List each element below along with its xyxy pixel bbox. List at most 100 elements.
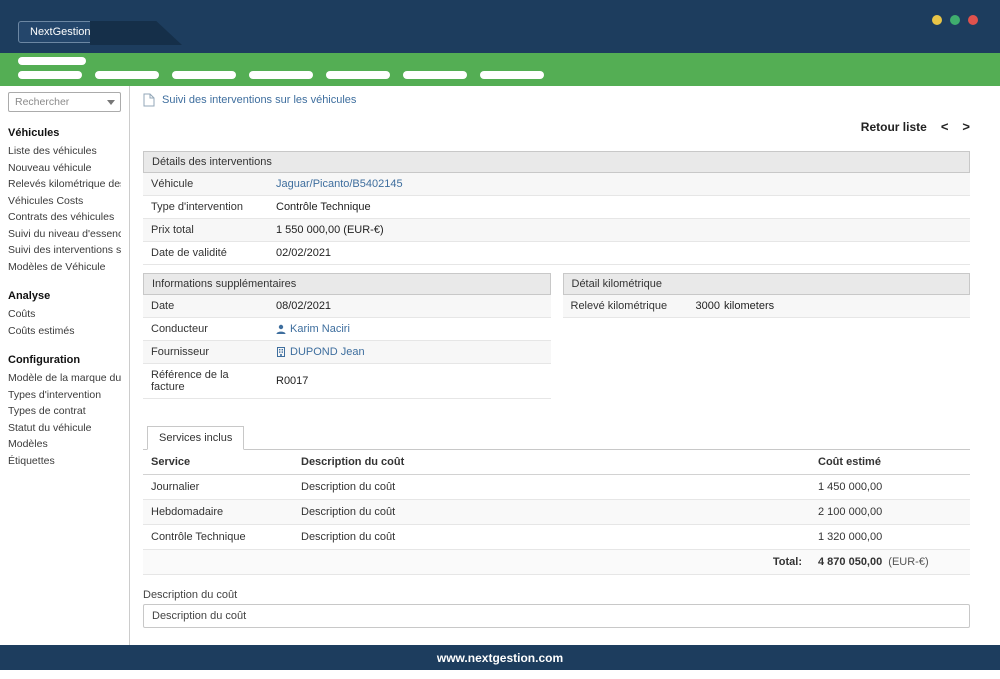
field-value: 08/02/2021	[268, 295, 339, 317]
nav-menu-item[interactable]	[95, 71, 159, 79]
sidebar-item-couts[interactable]: Coûts	[8, 306, 121, 323]
detail-row-prix: Prix total 1 550 000,00 (EUR-€)	[143, 219, 970, 242]
info-supplementaires-panel: Informations supplémentaires Date 08/02/…	[143, 273, 551, 399]
info-row-conducteur: Conducteur Karim Naciri	[143, 318, 551, 341]
info-row-date: Date 08/02/2021	[143, 295, 551, 318]
retour-row: Retour liste < >	[143, 119, 970, 134]
sidebar-item-etiquettes[interactable]: Étiquettes	[8, 453, 121, 470]
info-row-fournisseur: Fournisseur DUPOND Jean	[143, 341, 551, 364]
services-total-row: Total: 4 870 050,00 (EUR-€)	[143, 550, 970, 575]
person-icon	[276, 324, 286, 334]
cell-cost: 1 450 000,00	[810, 475, 970, 499]
description-label: Description du coût	[143, 589, 970, 601]
nav-menu-item[interactable]	[326, 71, 390, 79]
field-label: Fournisseur	[143, 341, 268, 363]
services-section: Services inclus Service Description du c…	[143, 425, 970, 575]
table-row[interactable]: Journalier Description du coût 1 450 000…	[143, 475, 970, 500]
nav-menu-item[interactable]	[18, 71, 82, 79]
tab-services-inclus[interactable]: Services inclus	[147, 426, 244, 450]
footer-url[interactable]: www.nextgestion.com	[437, 651, 563, 665]
sidebar-item-releves-kilometrique[interactable]: Relevés kilométrique des ...	[8, 176, 121, 193]
field-value: 1 550 000,00 (EUR-€)	[268, 219, 392, 241]
retour-liste-link[interactable]: Retour liste	[861, 120, 927, 134]
breadcrumb-link[interactable]: Suivi des interventions sur les véhicule…	[162, 94, 356, 106]
sidebar-item-niveau-essence[interactable]: Suivi du niveau d'essence	[8, 226, 121, 243]
field-value: R0017	[268, 364, 316, 398]
sidebar-section-configuration: Configuration	[8, 354, 121, 366]
top-bar: NextGestion	[0, 0, 1000, 53]
field-label: Prix total	[143, 219, 268, 241]
main-menu-bar	[0, 53, 1000, 86]
two-column-section: Informations supplémentaires Date 08/02/…	[143, 273, 970, 399]
sidebar-item-modele-marque[interactable]: Modèle de la marque du v...	[8, 370, 121, 387]
sidebar-item-modeles[interactable]: Modèles	[8, 436, 121, 453]
cell-service: Journalier	[143, 475, 293, 499]
description-field[interactable]: Description du coût	[143, 604, 970, 628]
content-area: Suivi des interventions sur les véhicule…	[130, 86, 1000, 645]
column-header-cout-estime: Coût estimé	[810, 450, 970, 474]
total-amount: 4 870 050,00	[818, 556, 882, 568]
building-icon	[276, 347, 286, 357]
field-label: Référence de la facture	[143, 364, 268, 398]
sidebar-item-statut-vehicule[interactable]: Statut du véhicule	[8, 420, 121, 437]
search-select-value: Rechercher	[15, 96, 69, 108]
sidebar-item-types-intervention[interactable]: Types d'intervention	[8, 387, 121, 404]
nav-menu-item[interactable]	[249, 71, 313, 79]
field-label: Date de validité	[143, 242, 268, 264]
fournisseur-link[interactable]: DUPOND Jean	[290, 346, 365, 358]
details-panel: Détails des interventions Véhicule Jagua…	[143, 151, 970, 265]
document-icon	[143, 93, 155, 107]
detail-row-vehicule: Véhicule Jaguar/Picanto/B5402145	[143, 173, 970, 196]
search-select[interactable]: Rechercher	[8, 92, 121, 112]
table-row[interactable]: Hebdomadaire Description du coût 2 100 0…	[143, 500, 970, 525]
prev-record-icon[interactable]: <	[941, 119, 949, 134]
window-dot-green-icon[interactable]	[950, 15, 960, 25]
footer-bar: www.nextgestion.com	[0, 645, 1000, 670]
km-value: 3000	[696, 300, 720, 312]
sidebar-item-liste-vehicules[interactable]: Liste des véhicules	[8, 143, 121, 160]
sidebar-item-nouveau-vehicule[interactable]: Nouveau véhicule	[8, 160, 121, 177]
chevron-down-icon	[107, 100, 115, 105]
cell-cost: 2 100 000,00	[810, 500, 970, 524]
detail-row-type: Type d'intervention Contrôle Technique	[143, 196, 970, 219]
ribbon-shape	[90, 21, 182, 45]
next-record-icon[interactable]: >	[962, 119, 970, 134]
nav-menu-item[interactable]	[403, 71, 467, 79]
cell-service: Contrôle Technique	[143, 525, 293, 549]
km-row: Relevé kilométrique 3000 kilometers	[563, 295, 971, 318]
sidebar-item-types-contrat[interactable]: Types de contrat	[8, 403, 121, 420]
nav-menu-item[interactable]	[18, 57, 86, 65]
field-label: Relevé kilométrique	[563, 295, 688, 317]
km-panel-title: Détail kilométrique	[563, 273, 971, 295]
field-label: Conducteur	[143, 318, 268, 340]
cell-description: Description du coût	[293, 525, 810, 549]
total-label: Total:	[293, 550, 810, 574]
vehicle-link[interactable]: Jaguar/Picanto/B5402145	[276, 178, 403, 190]
main-wrapper: Rechercher Véhicules Liste des véhicules…	[0, 86, 1000, 645]
conducteur-link[interactable]: Karim Naciri	[290, 323, 350, 335]
table-row[interactable]: Contrôle Technique Description du coût 1…	[143, 525, 970, 550]
field-value: Contrôle Technique	[268, 196, 379, 218]
brand-logo[interactable]: NextGestion	[18, 21, 103, 43]
sidebar-item-vehicules-costs[interactable]: Véhicules Costs	[8, 193, 121, 210]
details-panel-title: Détails des interventions	[143, 151, 970, 173]
sidebar-item-contrats[interactable]: Contrats des véhicules	[8, 209, 121, 226]
detail-row-validite: Date de validité 02/02/2021	[143, 242, 970, 265]
nav-menu-item[interactable]	[172, 71, 236, 79]
info-row-reference: Référence de la facture R0017	[143, 364, 551, 399]
window-dot-red-icon[interactable]	[968, 15, 978, 25]
sidebar-item-couts-estimes[interactable]: Coûts estimés	[8, 323, 121, 340]
sidebar-item-modeles-vehicule[interactable]: Modèles de Véhicule	[8, 259, 121, 276]
cell-service: Hebdomadaire	[143, 500, 293, 524]
sidebar-section-vehicules: Véhicules	[8, 127, 121, 139]
column-header-description: Description du coût	[293, 450, 810, 474]
nav-menu-item[interactable]	[480, 71, 544, 79]
total-currency: (EUR-€)	[888, 556, 928, 568]
field-label: Type d'intervention	[143, 196, 268, 218]
column-header-service: Service	[143, 450, 293, 474]
breadcrumb: Suivi des interventions sur les véhicule…	[143, 93, 970, 107]
sidebar-item-suivi-interventions[interactable]: Suivi des interventions su...	[8, 242, 121, 259]
window-dot-yellow-icon[interactable]	[932, 15, 942, 25]
field-label: Véhicule	[143, 173, 268, 195]
field-value: 02/02/2021	[268, 242, 339, 264]
